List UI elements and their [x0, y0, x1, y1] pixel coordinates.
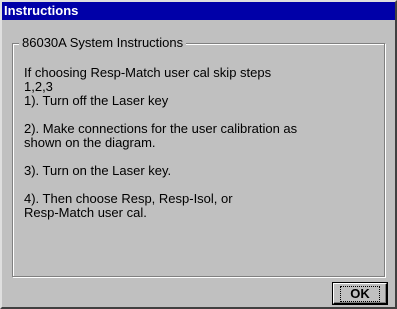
title-bar: Instructions: [2, 2, 395, 20]
instructions-dialog: Instructions 86030A System Instructions …: [0, 0, 397, 309]
instructions-text: If choosing Resp-Match user cal skip ste…: [24, 66, 384, 220]
ok-button-label: OK: [340, 286, 380, 302]
ok-button[interactable]: OK: [333, 283, 387, 304]
step-2-text: 2). Make connections for the user calibr…: [24, 121, 298, 150]
step-1-text: 1). Turn off the Laser key: [24, 93, 169, 108]
step-4-text: 4). Then choose Resp, Resp-Isol, or Resp…: [24, 191, 233, 220]
groupbox-label: 86030A System Instructions: [19, 35, 187, 51]
intro-text: If choosing Resp-Match user cal skip ste…: [24, 65, 272, 94]
step-3-text: 3). Turn on the Laser key.: [24, 163, 172, 178]
